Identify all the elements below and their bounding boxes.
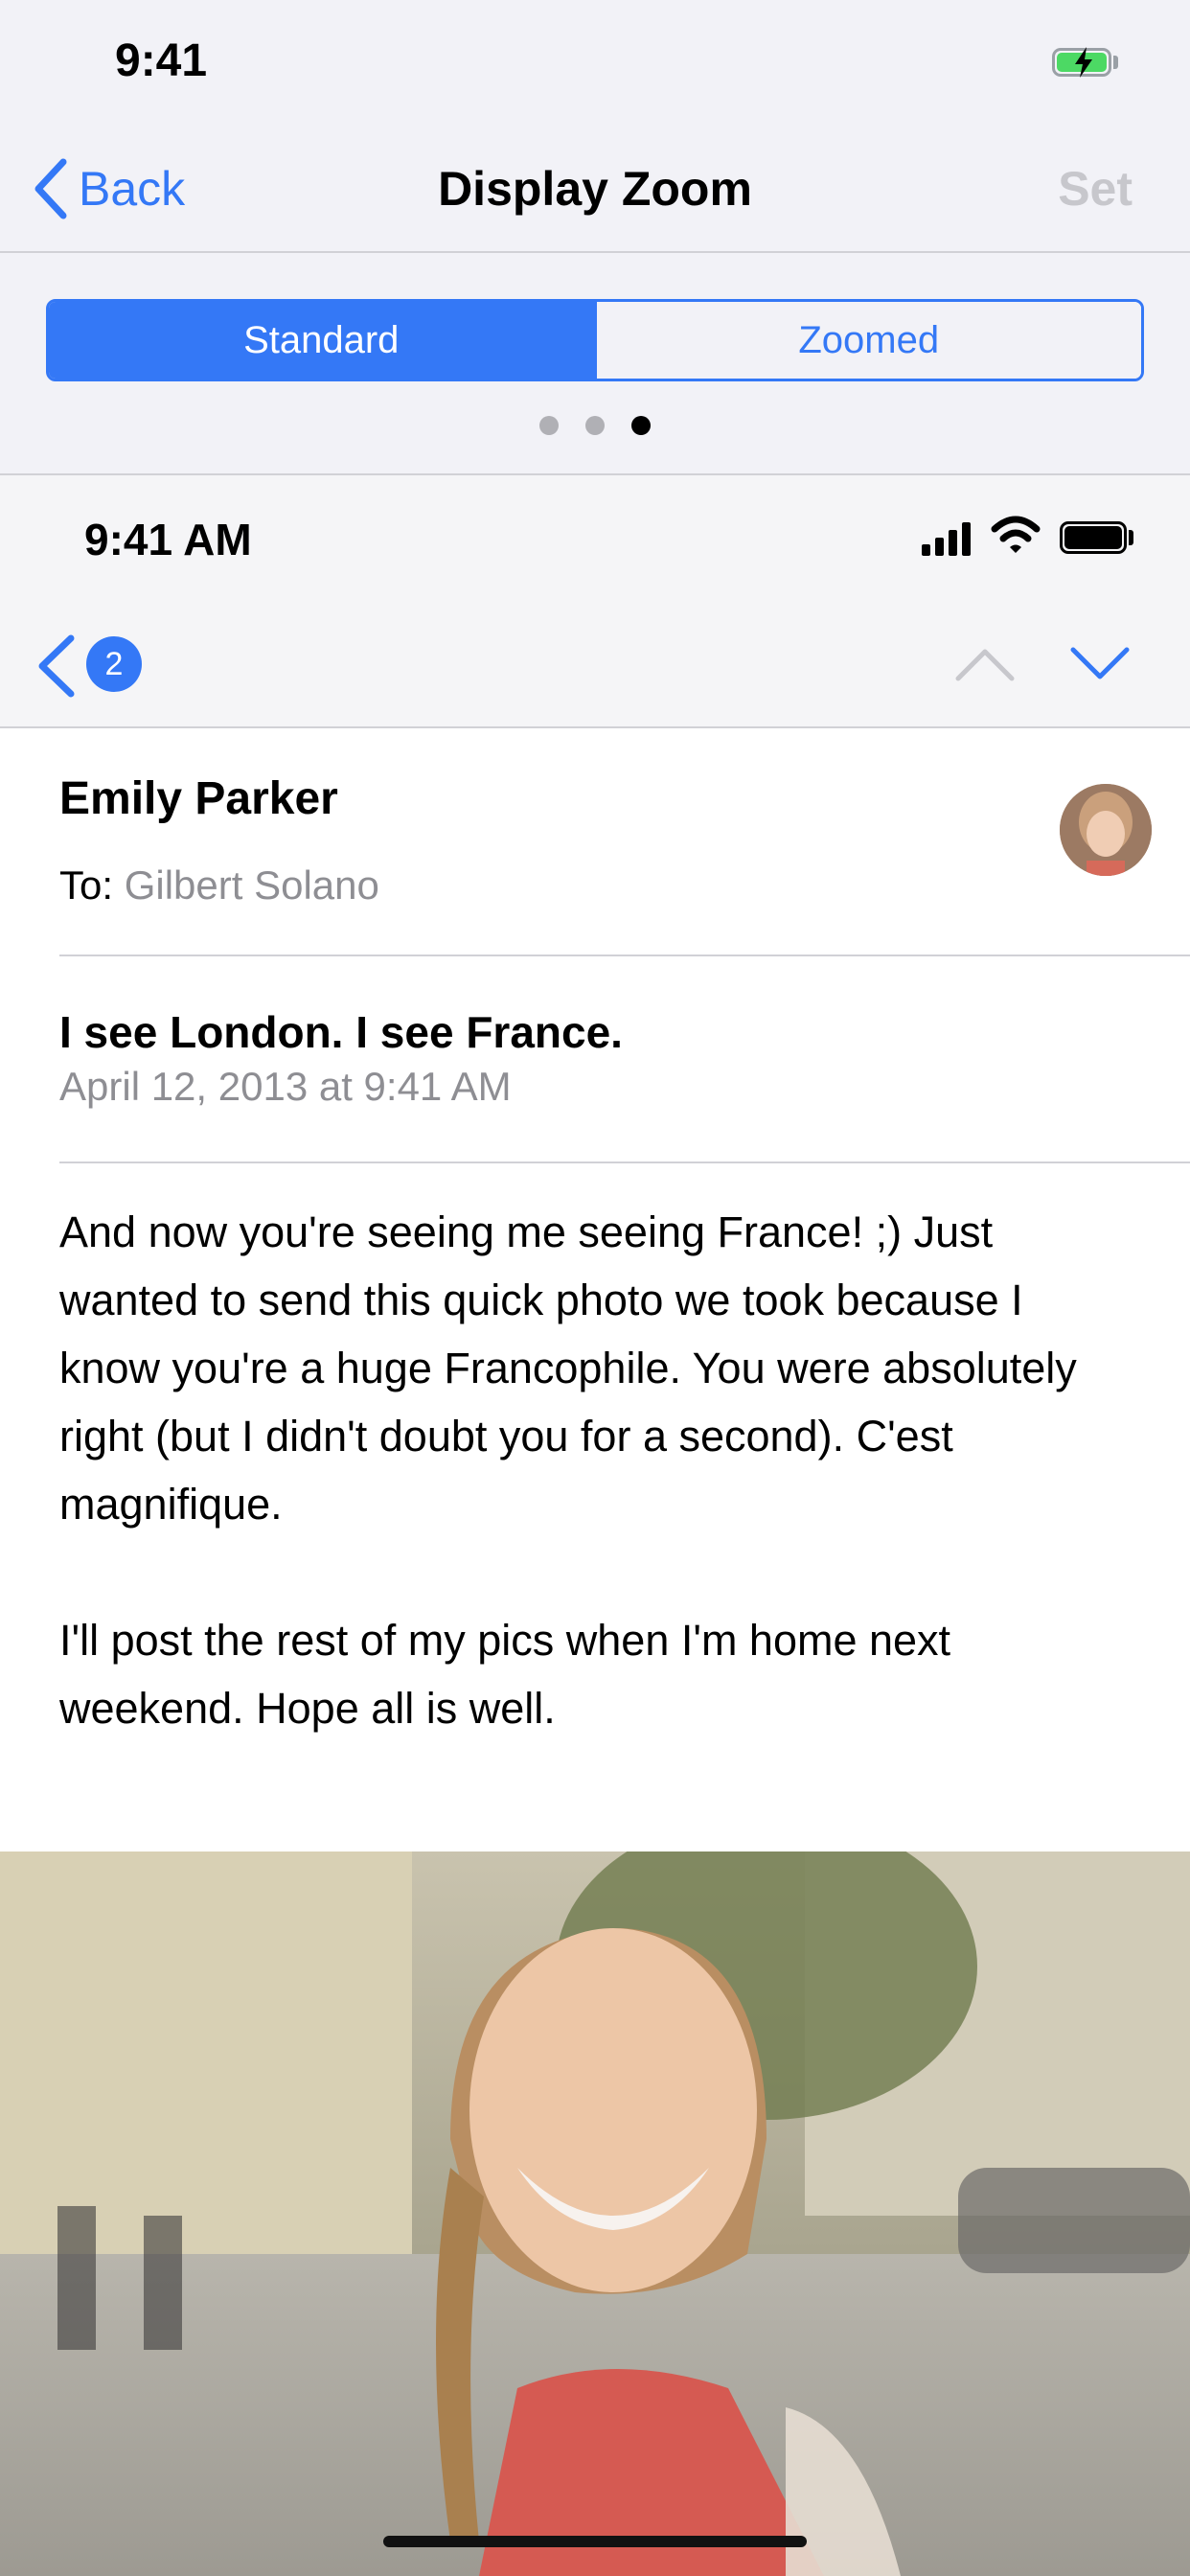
preview-battery-cap bbox=[1129, 530, 1133, 545]
body-paragraph: I'll post the rest of my pics when I'm h… bbox=[59, 1616, 951, 1733]
page-dot bbox=[539, 416, 559, 435]
page-dot-current bbox=[631, 416, 651, 435]
status-bar-time: 9:41 bbox=[115, 35, 208, 86]
page-title: Display Zoom bbox=[438, 162, 752, 216]
preview-status-time: 9:41 AM bbox=[84, 515, 252, 564]
set-button[interactable]: Set bbox=[1058, 161, 1133, 217]
unread-count-badge: 2 bbox=[86, 636, 142, 692]
message-subject: I see London. I see France. bbox=[59, 1007, 623, 1057]
sender-avatar[interactable] bbox=[1060, 784, 1152, 876]
nav-divider bbox=[0, 251, 1190, 253]
body-paragraph: And now you're seeing me seeing France! … bbox=[59, 1208, 1077, 1529]
battery-cap bbox=[1113, 56, 1118, 69]
recipient-name: Gilbert Solano bbox=[124, 862, 379, 908]
mail-back-chevron-icon[interactable] bbox=[34, 634, 77, 698]
subject-divider bbox=[59, 1162, 1190, 1163]
previous-message-arrow-icon[interactable] bbox=[954, 642, 1016, 684]
next-message-arrow-icon[interactable] bbox=[1069, 642, 1131, 684]
wifi-icon bbox=[991, 516, 1041, 553]
page-dot bbox=[585, 416, 605, 435]
header-divider bbox=[59, 954, 1190, 956]
segment-zoomed[interactable]: Zoomed bbox=[593, 302, 1141, 379]
page-indicator[interactable] bbox=[0, 416, 1190, 435]
toolbar-divider bbox=[0, 726, 1190, 728]
message-body: And now you're seeing me seeing France! … bbox=[59, 1198, 1133, 1810]
sender-name[interactable]: Emily Parker bbox=[59, 772, 338, 825]
zoom-segmented-control: Standard Zoomed bbox=[46, 299, 1144, 381]
charging-bolt-icon bbox=[1075, 47, 1092, 78]
message-date: April 12, 2013 at 9:41 AM bbox=[59, 1064, 512, 1109]
attached-photo[interactable] bbox=[0, 1852, 1190, 2576]
recipient-line[interactable]: To: Gilbert Solano bbox=[59, 862, 379, 908]
to-label: To: bbox=[59, 862, 114, 908]
cellular-signal-icon bbox=[922, 521, 971, 556]
segment-standard[interactable]: Standard bbox=[49, 302, 594, 379]
home-indicator[interactable] bbox=[383, 2536, 807, 2547]
preview-battery-fill bbox=[1064, 526, 1122, 549]
